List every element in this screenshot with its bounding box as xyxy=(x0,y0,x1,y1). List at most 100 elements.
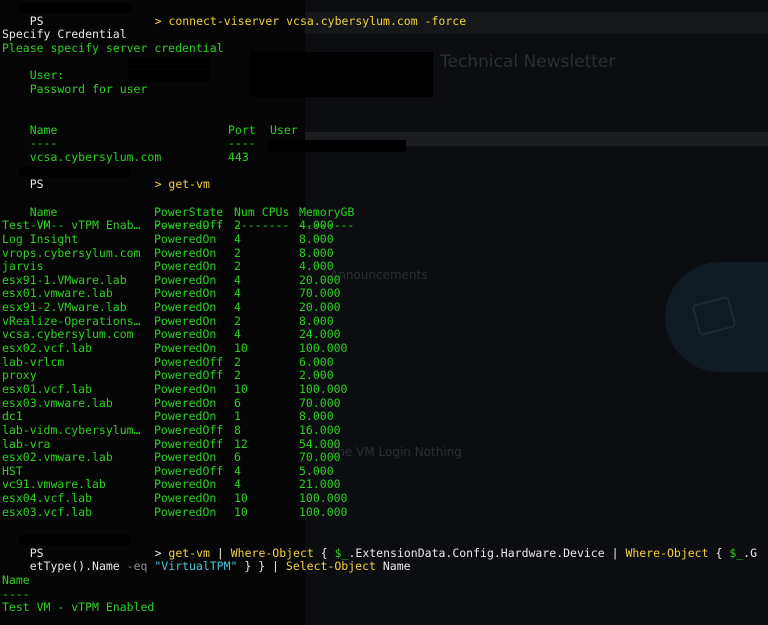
prompt: PS xyxy=(29,13,44,28)
vm-num-cpus: 4 xyxy=(234,231,241,246)
vm-num-cpus: 2 xyxy=(234,245,241,260)
connect-table-header: Name Port User xyxy=(2,110,768,137)
vm-num-cpus: 2 xyxy=(234,354,241,369)
vm-memory: 100.000 xyxy=(299,341,348,356)
vm-num-cpus: 10 xyxy=(234,381,248,396)
vm-powerstate: PoweredOn xyxy=(154,272,217,287)
connect-table-row: vcsa.cybersylum.com 443 xyxy=(2,137,768,164)
vm-row: vc91.vmware.lab PoweredOn 4 21.000 xyxy=(2,478,768,492)
redacted-server-user xyxy=(268,140,406,153)
vm-memory: 8.000 xyxy=(299,245,334,260)
select-argument: Name xyxy=(375,559,411,574)
vm-name: vrops.cybersylum.com xyxy=(2,245,141,260)
result-value: Test VM - vTPM Enabled xyxy=(2,600,155,615)
vm-name: vcsa.cybersylum.com xyxy=(2,327,134,342)
vm-name: lab-vidm.cybersylum… xyxy=(2,422,141,437)
command-text: > get-vm xyxy=(154,177,210,192)
vm-memory: 8.000 xyxy=(299,313,334,328)
command-line-2: PS > get-vm xyxy=(2,165,768,191)
vm-name: esx04.vcf.lab xyxy=(2,491,93,506)
command-line-3: PS > get-vm | Where-Object { $_.Extension… xyxy=(2,533,768,559)
vm-memory: 8.000 xyxy=(299,409,334,424)
vm-num-cpus: 2 xyxy=(234,259,241,274)
vm-row: vcsa.cybersylum.com PoweredOn 4 24.000 xyxy=(2,328,768,342)
connect-table-dashes: ------------ xyxy=(2,124,768,151)
vm-row: esx91-2.VMware.lab PoweredOn 4 20.000 xyxy=(2,300,768,315)
vm-row: vrops.cybersylum.com PoweredOn 2 8.000 xyxy=(2,245,768,261)
vm-memory: 5.000 xyxy=(299,463,334,478)
vm-num-cpus: 2 xyxy=(234,218,241,233)
vm-num-cpus: 6 xyxy=(234,395,241,410)
vm-row: esx04.vcf.lab PoweredOn 10 100.000 xyxy=(2,491,768,506)
vm-powerstate: PoweredOn xyxy=(154,300,217,315)
vm-num-cpus: 4 xyxy=(234,477,241,492)
vm-powerstate: PoweredOn xyxy=(154,313,217,328)
vm-num-cpus: 4 xyxy=(234,272,241,287)
vm-powerstate: PoweredOff xyxy=(154,436,224,451)
vm-memory: 70.000 xyxy=(299,286,341,301)
server-name: vcsa.cybersylum.com xyxy=(29,150,162,165)
powershell-terminal[interactable]: PS > connect-viserver vcsa.cybersylum.com… xyxy=(2,1,768,615)
vm-row: Test VM - vTPM Enab… PoweredOff 2 4.000 xyxy=(2,218,768,233)
vm-memory: 54.000 xyxy=(299,436,341,451)
server-port: 443 xyxy=(228,150,249,165)
operator: -eq xyxy=(126,559,148,574)
vm-powerstate: PoweredOff xyxy=(154,218,224,233)
vm-name: vc91.vmware.lab xyxy=(2,477,106,492)
vm-row: esx02.vmware.lab PoweredOn 6 70.000 xyxy=(2,450,768,465)
vm-memory: 6.000 xyxy=(299,354,334,369)
vm-memory: 70.000 xyxy=(299,450,341,465)
vm-name: jarvis xyxy=(2,259,44,274)
vm-memory: 100.000 xyxy=(299,491,348,506)
vm-row: dc1 PoweredOn 1 8.000 xyxy=(2,409,768,424)
vm-name: esx01.vcf.lab xyxy=(2,381,93,396)
vm-row: esx01.vmware.lab PoweredOn 4 70.000 xyxy=(2,287,768,301)
vm-memory: 8.000 xyxy=(299,231,334,246)
vm-powerstate: PoweredOn xyxy=(154,491,217,506)
vm-memory: 4.000 xyxy=(299,218,334,233)
vm-name: esx02.vcf.lab xyxy=(2,341,93,356)
vm-powerstate: PoweredOn xyxy=(154,504,217,519)
vm-row: esx02.vcf.lab PoweredOn 10 100.000 xyxy=(2,341,768,356)
vm-num-cpus: 10 xyxy=(234,504,248,519)
vm-num-cpus: 2 xyxy=(234,368,241,383)
redacted-password-user xyxy=(128,70,210,83)
vm-powerstate: PoweredOff xyxy=(154,463,224,478)
vm-num-cpus: 12 xyxy=(234,436,248,451)
cmd-select-object: Select-Object xyxy=(285,559,376,574)
vm-powerstate: PoweredOn xyxy=(154,245,217,260)
vm-powerstate: PoweredOn xyxy=(154,477,217,492)
vm-powerstate: PoweredOn xyxy=(154,381,217,396)
vm-num-cpus: 10 xyxy=(234,491,248,506)
vm-memory: 100.000 xyxy=(299,504,348,519)
vm-name: dc1 xyxy=(2,409,23,424)
vm-name: HST xyxy=(2,463,23,478)
vm-row: esx03.vmware.lab PoweredOn 6 70.000 xyxy=(2,395,768,411)
result-header: Name xyxy=(2,572,30,587)
command-line-3-continued: etType().Name -eq "VirtualTPM" } } | Sel… xyxy=(2,547,768,573)
vm-table-body: Test VM - vTPM Enab… PoweredOff 2 4.000 Log … xyxy=(2,218,768,520)
credential-header: Specify Credential xyxy=(2,27,127,42)
vm-table-dashes: ---- ---------- -------- -------- xyxy=(2,206,768,232)
vm-row: esx03.vcf.lab PoweredOn 10 100.000 xyxy=(2,504,768,520)
vm-memory: 2.000 xyxy=(299,368,334,383)
vm-row: HST PoweredOff 4 5.000 xyxy=(2,463,768,479)
vm-row: Log Insight PoweredOn 4 8.000 xyxy=(2,231,768,247)
redacted-username xyxy=(128,56,210,69)
closing-braces: } } | xyxy=(237,559,286,574)
vm-powerstate: PoweredOn xyxy=(154,259,217,274)
redacted-prompt-path xyxy=(19,3,131,13)
vm-memory: 100.000 xyxy=(299,381,348,396)
vm-num-cpus: 4 xyxy=(234,300,241,315)
vm-powerstate: PoweredOff xyxy=(154,368,224,383)
vm-memory: 24.000 xyxy=(299,327,341,342)
vm-name: esx02.vmware.lab xyxy=(2,450,113,465)
vm-num-cpus: 4 xyxy=(234,327,241,342)
vm-memory: 16.000 xyxy=(299,422,341,437)
vm-row: lab-vra PoweredOff 12 54.000 xyxy=(2,436,768,452)
command-text: > connect-viserver vcsa.cybersylum.com -… xyxy=(154,13,467,28)
vm-num-cpus: 4 xyxy=(234,286,241,301)
vm-num-cpus: 10 xyxy=(234,341,248,356)
password-label: Password for user xyxy=(29,81,148,96)
vm-name: esx01.vmware.lab xyxy=(2,286,113,301)
